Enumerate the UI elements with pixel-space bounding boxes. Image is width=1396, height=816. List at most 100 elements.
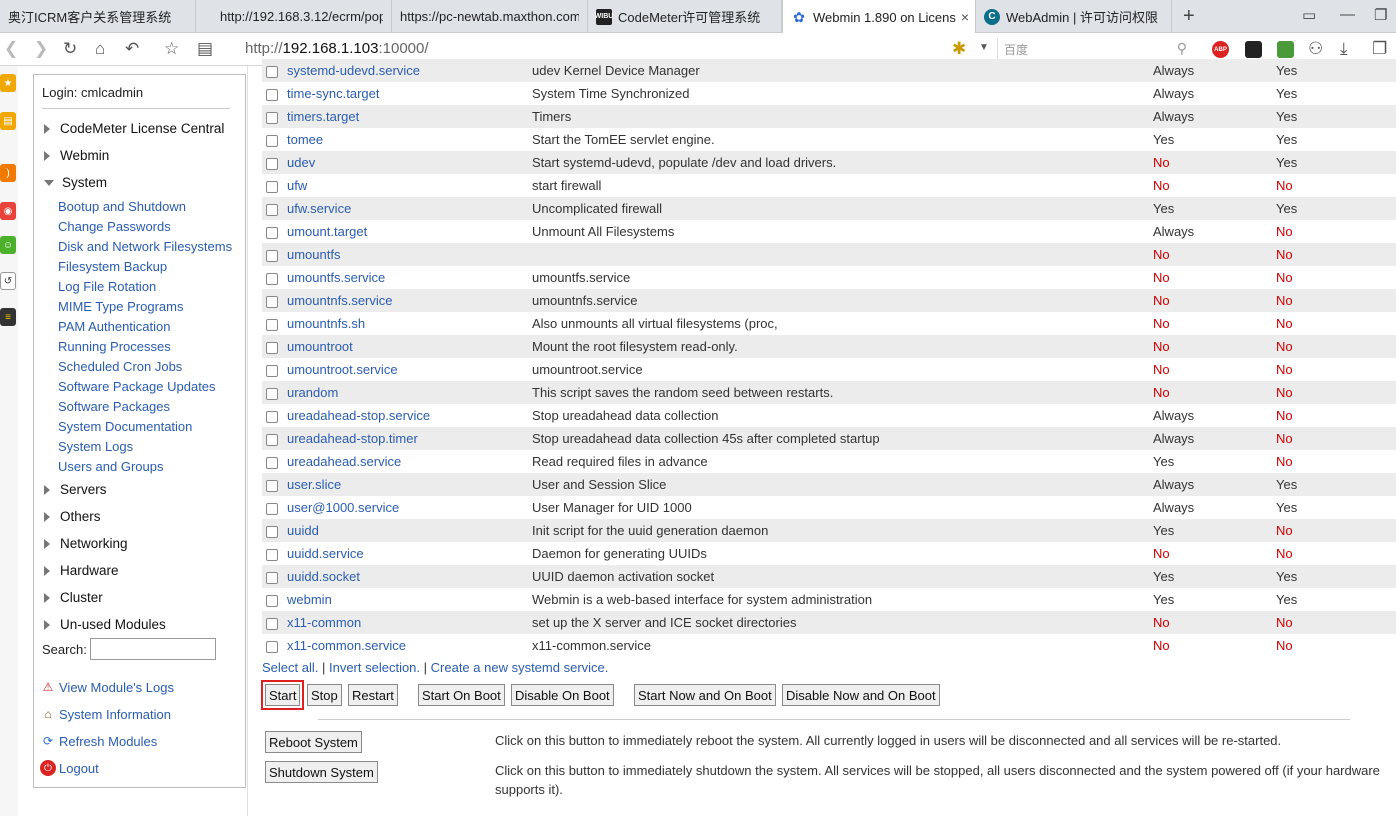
service-checkbox[interactable] — [266, 318, 278, 331]
service-checkbox[interactable] — [266, 364, 278, 377]
module-system-docs[interactable]: System Documentation — [58, 419, 192, 434]
service-checkbox[interactable] — [266, 111, 278, 124]
system-information-link[interactable]: ⌂ System Information — [40, 706, 171, 722]
service-name-link[interactable]: ureadahead-stop.timer — [287, 427, 532, 450]
history-icon[interactable]: ↺ — [0, 272, 16, 290]
module-mime-types[interactable]: MIME Type Programs — [58, 299, 183, 314]
logout-link[interactable]: ⏻ Logout — [40, 760, 99, 776]
close-icon[interactable]: × — [961, 9, 969, 25]
service-name-link[interactable]: umountnfs.service — [287, 289, 532, 312]
service-name-link[interactable]: umountfs — [287, 243, 532, 266]
service-checkbox[interactable] — [266, 548, 278, 561]
service-name-link[interactable]: x11-common — [287, 611, 532, 634]
category-cluster[interactable]: Cluster — [44, 590, 103, 605]
invert-selection-link[interactable]: Invert selection. — [329, 660, 420, 675]
tab-maxthon-newtab[interactable]: https://pc-newtab.maxthon.com — [392, 0, 588, 33]
service-checkbox[interactable] — [266, 456, 278, 469]
download-icon[interactable]: ⤓ — [1340, 39, 1348, 59]
category-codemeter[interactable]: CodeMeter License Central — [44, 121, 224, 136]
category-unused-modules[interactable]: Un-used Modules — [44, 617, 166, 632]
module-cron-jobs[interactable]: Scheduled Cron Jobs — [58, 359, 182, 374]
service-checkbox[interactable] — [266, 272, 278, 285]
module-users-groups[interactable]: Users and Groups — [58, 459, 164, 474]
map-icon[interactable] — [1277, 41, 1294, 58]
service-checkbox[interactable] — [266, 88, 278, 101]
service-checkbox[interactable] — [266, 249, 278, 262]
module-search-input[interactable] — [90, 638, 216, 660]
bee-icon[interactable]: ✱ — [952, 39, 966, 59]
category-servers[interactable]: Servers — [44, 482, 107, 497]
refresh-modules-link[interactable]: ⟳ Refresh Modules — [40, 733, 157, 749]
service-checkbox[interactable] — [266, 525, 278, 538]
service-checkbox[interactable] — [266, 479, 278, 492]
home-icon[interactable]: ⌂ — [95, 39, 105, 59]
start-on-boot-button[interactable]: Start On Boot — [418, 684, 505, 706]
service-checkbox[interactable] — [266, 571, 278, 584]
module-software-packages[interactable]: Software Packages — [58, 399, 170, 414]
category-hardware[interactable]: Hardware — [44, 563, 119, 578]
category-system[interactable]: System — [44, 175, 107, 190]
service-name-link[interactable]: umount.target — [287, 220, 532, 243]
minimize-icon[interactable]: — — [1340, 6, 1355, 23]
search-engine-box[interactable]: 百度 ⚲ — [997, 38, 1195, 60]
service-checkbox[interactable] — [266, 180, 278, 193]
dropdown-icon[interactable]: ▼ — [979, 42, 989, 53]
service-name-link[interactable]: uuidd.service — [287, 542, 532, 565]
undo-icon[interactable]: ↶ — [125, 39, 139, 59]
shutdown-system-button[interactable]: Shutdown System — [265, 761, 378, 783]
service-name-link[interactable]: umountnfs.sh — [287, 312, 532, 335]
service-name-link[interactable]: user@1000.service — [287, 496, 532, 519]
module-log-rotation[interactable]: Log File Rotation — [58, 279, 156, 294]
restart-button[interactable]: Restart — [348, 684, 398, 706]
service-checkbox[interactable] — [266, 226, 278, 239]
tab-webadmin[interactable]: C WebAdmin | 许可访问权限 — [976, 0, 1172, 33]
service-name-link[interactable]: urandom — [287, 381, 532, 404]
service-checkbox[interactable] — [266, 617, 278, 630]
forward-icon[interactable]: ❯ — [34, 39, 48, 59]
service-name-link[interactable]: x11-common.service — [287, 634, 532, 657]
service-name-link[interactable]: uuidd.socket — [287, 565, 532, 588]
search-icon[interactable]: ⚲ — [1177, 40, 1187, 57]
service-checkbox[interactable] — [266, 295, 278, 308]
module-disk-network-fs[interactable]: Disk and Network Filesystems — [58, 239, 232, 254]
module-change-passwords[interactable]: Change Passwords — [58, 219, 171, 234]
category-networking[interactable]: Networking — [44, 536, 128, 551]
service-name-link[interactable]: ufw — [287, 174, 532, 197]
back-icon[interactable]: ❮ — [4, 39, 18, 59]
service-name-link[interactable]: webmin — [287, 588, 532, 611]
tab-ecrm[interactable]: http://192.168.3.12/ecrm/popu — [196, 0, 392, 33]
tab-webmin[interactable]: ✿ Webmin 1.890 on Licens × — [782, 0, 976, 34]
service-checkbox[interactable] — [266, 640, 278, 653]
sidebar-toggle-icon[interactable]: ▭ — [1302, 6, 1316, 24]
category-others[interactable]: Others — [44, 509, 101, 524]
profile-icon[interactable]: ⚇ — [1308, 39, 1323, 59]
reboot-system-button[interactable]: Reboot System — [265, 731, 362, 753]
category-webmin[interactable]: Webmin — [44, 148, 109, 163]
url-text[interactable]: http://192.168.1.103:10000/ — [245, 40, 429, 57]
service-name-link[interactable]: udev — [287, 151, 532, 174]
service-name-link[interactable]: ureadahead-stop.service — [287, 404, 532, 427]
copy-icon[interactable]: ❐ — [1372, 39, 1387, 59]
service-name-link[interactable]: tomee — [287, 128, 532, 151]
start-button[interactable]: Start — [260, 680, 305, 710]
disable-now-and-on-boot-button[interactable]: Disable Now and On Boot — [782, 684, 940, 706]
favorite-icon[interactable]: ★ — [0, 74, 16, 92]
service-name-link[interactable]: uuidd — [287, 519, 532, 542]
service-name-link[interactable]: systemd-udevd.service — [287, 59, 532, 82]
service-name-link[interactable]: ufw.service — [287, 197, 532, 220]
tab-icrm[interactable]: 奥汀ICRM客户关系管理系统 — [0, 0, 196, 33]
service-name-link[interactable]: umountfs.service — [287, 266, 532, 289]
module-pam[interactable]: PAM Authentication — [58, 319, 171, 334]
weibo-icon[interactable]: ◉ — [0, 202, 16, 220]
new-tab-button[interactable]: + — [1183, 5, 1195, 28]
select-all-link[interactable]: Select all. — [262, 660, 318, 675]
service-checkbox[interactable] — [266, 203, 278, 216]
service-name-link[interactable]: umountroot.service — [287, 358, 532, 381]
media-icon[interactable]: ≡ — [0, 308, 16, 326]
tab-codemeter[interactable]: WIBU CodeMeter许可管理系统 — [588, 0, 782, 33]
service-checkbox[interactable] — [266, 410, 278, 423]
service-name-link[interactable]: ureadahead.service — [287, 450, 532, 473]
service-checkbox[interactable] — [266, 341, 278, 354]
service-name-link[interactable]: umountroot — [287, 335, 532, 358]
reader-icon[interactable]: ▤ — [197, 39, 213, 59]
